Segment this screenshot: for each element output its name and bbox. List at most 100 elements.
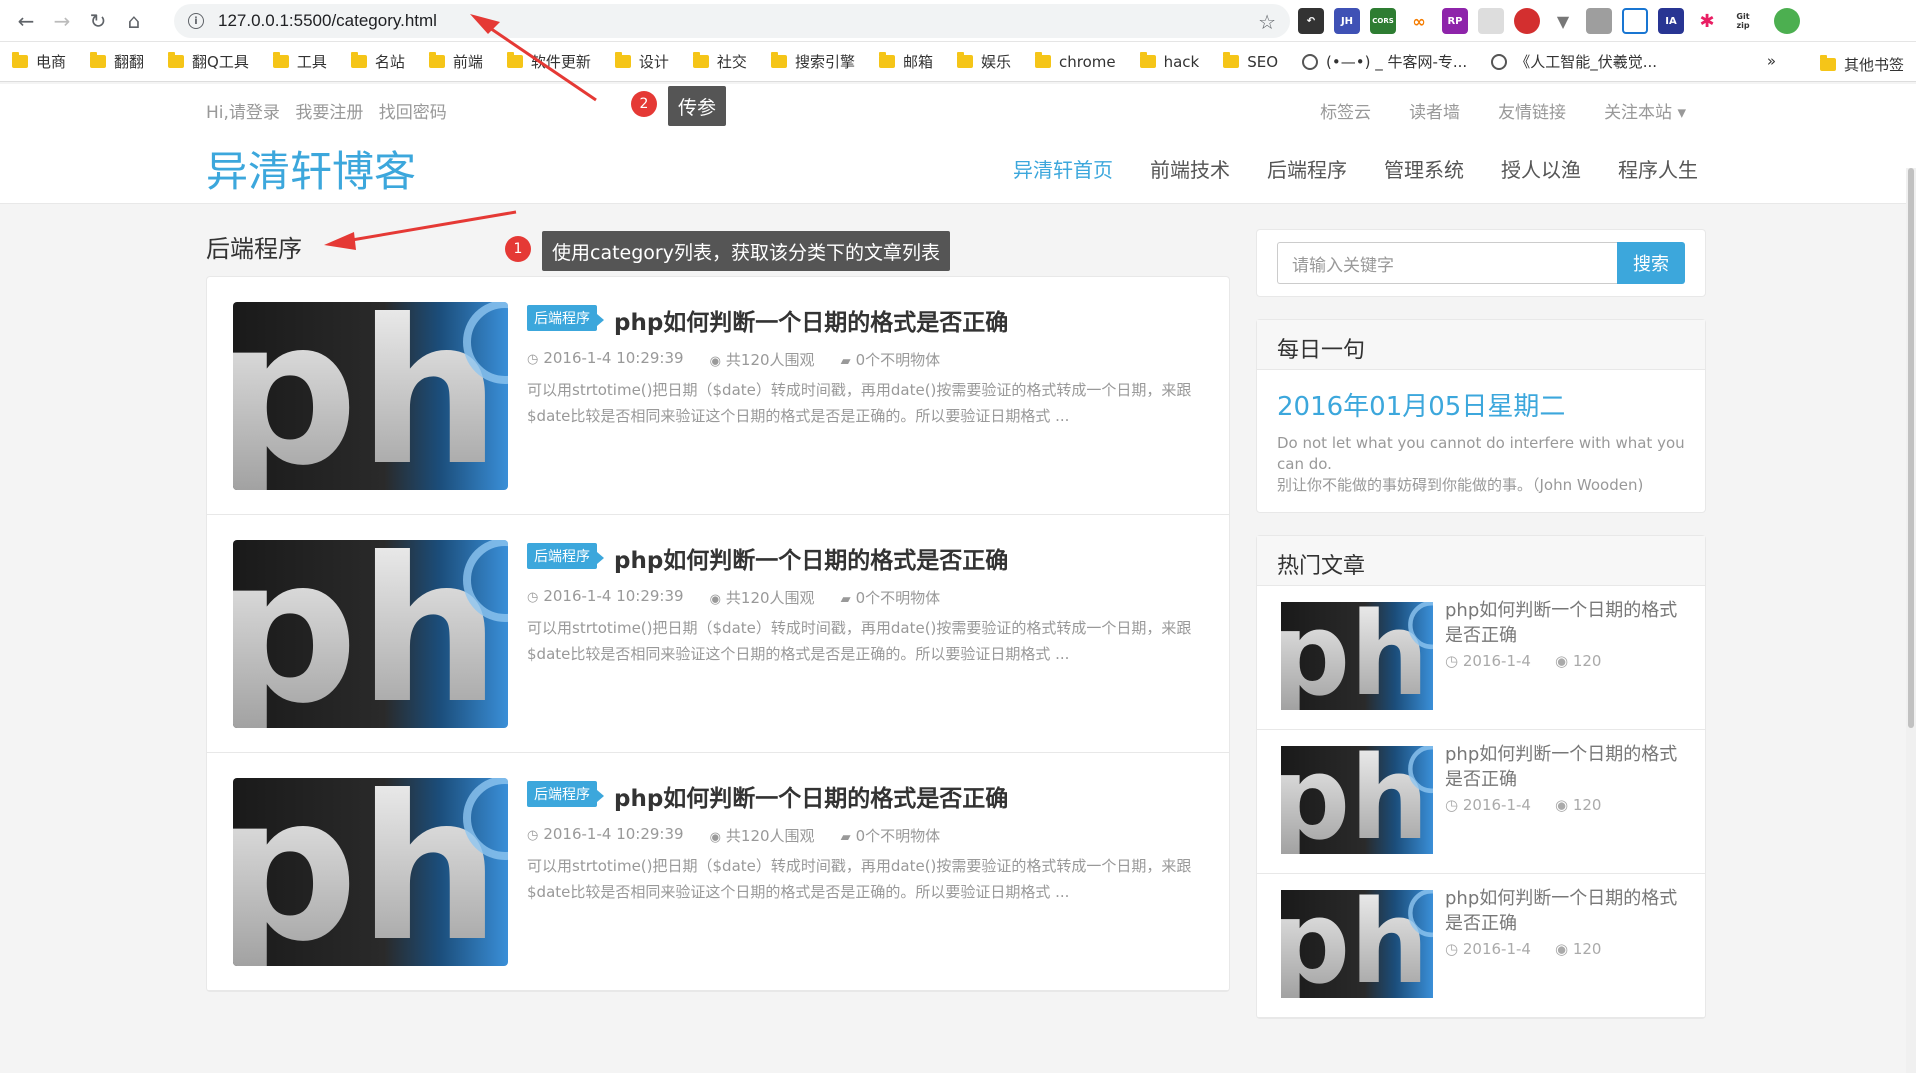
category-tag[interactable]: 后端程序 — [527, 543, 604, 569]
hot-article-item[interactable]: php php如何判断一个日期的格式是否正确 ◷ 2016-1-4 ◉ 120 — [1257, 874, 1705, 1018]
extension-v-icon[interactable]: ▼ — [1550, 8, 1576, 34]
bookmark-folder[interactable]: 名站 — [350, 51, 405, 72]
login-link[interactable]: Hi,请登录 — [206, 103, 280, 123]
bookmark-star-icon[interactable]: ☆ — [1258, 10, 1276, 34]
nav-home[interactable]: 异清轩首页 — [1013, 154, 1113, 183]
hot-article-thumbnail[interactable]: php — [1281, 890, 1433, 998]
views-text: 120 — [1572, 940, 1602, 958]
bookmark-folder[interactable]: 邮箱 — [878, 51, 933, 72]
bookmark-folder[interactable]: 翻Q工具 — [168, 51, 249, 72]
register-link[interactable]: 我要注册 — [295, 103, 363, 123]
browser-toolbar: ← → ↻ ⌂ i 127.0.0.1:5500/category.html ☆… — [0, 0, 1916, 42]
article-comments[interactable]: ▰ 0个不明物体 — [841, 587, 941, 608]
tag-cloud-link[interactable]: 标签云 — [1320, 98, 1371, 123]
bookmark-folder[interactable]: chrome — [1034, 52, 1116, 71]
bookmark-folder[interactable]: 软件更新 — [506, 51, 591, 72]
friend-links-link[interactable]: 友情链接 — [1498, 98, 1566, 123]
date-text: 2016-1-4 — [1462, 796, 1531, 814]
bookmark-folder[interactable]: 前端 — [428, 51, 483, 72]
article-list: php 后端程序 php如何判断一个日期的格式是否正确 ◷ 2016-1-4 10… — [206, 276, 1230, 992]
bookmark-label: 社交 — [716, 53, 747, 71]
bookmark-site[interactable]: (•—•) _ 牛客网-专... — [1302, 51, 1467, 72]
nav-backend[interactable]: 后端程序 — [1267, 154, 1347, 183]
follow-dropdown[interactable]: 关注本站 ▾ — [1604, 98, 1686, 123]
bookmark-folder[interactable]: 社交 — [692, 51, 747, 72]
nav-teach[interactable]: 授人以渔 — [1501, 154, 1581, 183]
reader-wall-link[interactable]: 读者墙 — [1409, 98, 1460, 123]
eye-icon: ◉ — [1554, 940, 1573, 958]
bookmark-folder[interactable]: 娱乐 — [956, 51, 1011, 72]
user-links: Hi,请登录 我要注册 找回密码 — [206, 98, 457, 123]
recover-password-link[interactable]: 找回密码 — [379, 103, 447, 123]
hot-article-thumbnail[interactable]: php — [1281, 602, 1433, 710]
other-bookmarks[interactable]: 其他书签 — [1819, 54, 1904, 75]
address-bar[interactable]: i 127.0.0.1:5500/category.html ☆ — [174, 4, 1290, 38]
nav-life[interactable]: 程序人生 — [1618, 154, 1698, 183]
globe-icon — [1302, 53, 1319, 70]
site-logo[interactable]: 异清轩博客 — [206, 138, 416, 199]
scrollbar-thumb[interactable] — [1908, 168, 1914, 728]
page-scrollbar[interactable] — [1906, 168, 1916, 1073]
url-text[interactable]: 127.0.0.1:5500/category.html — [218, 11, 437, 31]
article-title[interactable]: php如何判断一个日期的格式是否正确 — [614, 541, 1008, 575]
bookmark-site[interactable]: 《人工智能_伏羲觉... — [1491, 51, 1657, 72]
extension-rp-icon[interactable]: RP — [1442, 8, 1468, 34]
clock-icon: ◷ — [527, 590, 539, 605]
bookmark-folder[interactable]: 设计 — [614, 51, 669, 72]
extension-ia-icon[interactable]: IA — [1658, 8, 1684, 34]
extension-star-icon[interactable]: ✱ — [1694, 8, 1720, 34]
search-button[interactable]: 搜索 — [1617, 242, 1685, 284]
extension-share-icon[interactable] — [1622, 8, 1648, 34]
article-thumbnail[interactable]: php — [233, 778, 508, 966]
extension-adblock-icon[interactable] — [1514, 8, 1540, 34]
hot-article-meta: ◷ 2016-1-4 ◉ 120 — [1445, 796, 1601, 814]
article-comments[interactable]: ▰ 0个不明物体 — [841, 825, 941, 846]
bookmark-folder[interactable]: SEO — [1223, 52, 1278, 71]
article-comments[interactable]: ▰ 0个不明物体 — [841, 349, 941, 370]
extension-grid-icon[interactable] — [1478, 8, 1504, 34]
info-icon[interactable]: i — [188, 13, 204, 29]
nav-admin[interactable]: 管理系统 — [1384, 154, 1464, 183]
bookmark-label: 软件更新 — [530, 53, 591, 71]
article-item[interactable]: php 后端程序 php如何判断一个日期的格式是否正确 ◷ 2016-1-4 10… — [207, 277, 1229, 515]
bookmark-folder[interactable]: hack — [1139, 52, 1200, 71]
extension-gitzip-icon[interactable]: Git zip — [1730, 8, 1756, 34]
reload-icon[interactable]: ↻ — [80, 3, 116, 39]
extension-infinity-icon[interactable]: ∞ — [1406, 8, 1432, 34]
hot-article-title[interactable]: php如何判断一个日期的格式是否正确 — [1445, 886, 1685, 936]
hot-article-item[interactable]: php php如何判断一个日期的格式是否正确 ◷ 2016-1-4 ◉ 120 — [1257, 730, 1705, 874]
hot-article-thumbnail[interactable]: php — [1281, 746, 1433, 854]
home-icon[interactable]: ⌂ — [116, 3, 152, 39]
category-tag[interactable]: 后端程序 — [527, 781, 604, 807]
article-excerpt: 可以用strtotime()把日期（$date）转成时间戳，再用date()按需… — [527, 381, 1192, 425]
forward-icon[interactable]: → — [44, 3, 80, 39]
extension-edit-icon[interactable] — [1586, 8, 1612, 34]
daily-quote-body: 2016年01月05日星期二 Do not let what you canno… — [1257, 370, 1705, 512]
hot-article-title[interactable]: php如何判断一个日期的格式是否正确 — [1445, 598, 1685, 648]
nav-frontend[interactable]: 前端技术 — [1150, 154, 1230, 183]
extension-jh-icon[interactable]: JH — [1334, 8, 1360, 34]
back-icon[interactable]: ← — [8, 3, 44, 39]
article-thumbnail[interactable]: php — [233, 302, 508, 490]
bookmarks-overflow-button[interactable]: » — [1767, 52, 1776, 70]
article-item[interactable]: php 后端程序 php如何判断一个日期的格式是否正确 ◷ 2016-1-4 10… — [207, 753, 1229, 991]
article-thumbnail[interactable]: php — [233, 540, 508, 728]
hot-views: ◉ 120 — [1555, 940, 1602, 958]
article-item[interactable]: php 后端程序 php如何判断一个日期的格式是否正确 ◷ 2016-1-4 10… — [207, 515, 1229, 753]
hot-article-item[interactable]: php php如何判断一个日期的格式是否正确 ◷ 2016-1-4 ◉ 120 — [1257, 586, 1705, 730]
bookmark-label: hack — [1163, 52, 1200, 71]
search-input[interactable]: 请输入关键字 — [1277, 242, 1617, 284]
extension-undo-icon[interactable]: ↶ — [1298, 8, 1324, 34]
article-title[interactable]: php如何判断一个日期的格式是否正确 — [614, 303, 1008, 337]
profile-avatar[interactable] — [1774, 8, 1800, 34]
bookmark-folder[interactable]: 电商 — [12, 51, 66, 72]
article-title[interactable]: php如何判断一个日期的格式是否正确 — [614, 779, 1008, 813]
hot-article-title[interactable]: php如何判断一个日期的格式是否正确 — [1445, 742, 1685, 792]
category-tag[interactable]: 后端程序 — [527, 305, 604, 331]
extension-cors-icon[interactable]: CORS — [1370, 8, 1396, 34]
bookmark-folder[interactable]: 工具 — [272, 51, 327, 72]
bookmark-label: 娱乐 — [980, 53, 1011, 71]
bookmark-folder[interactable]: 搜索引擎 — [770, 51, 855, 72]
folder-icon — [1223, 52, 1240, 68]
bookmark-folder[interactable]: 翻翻 — [90, 51, 144, 72]
